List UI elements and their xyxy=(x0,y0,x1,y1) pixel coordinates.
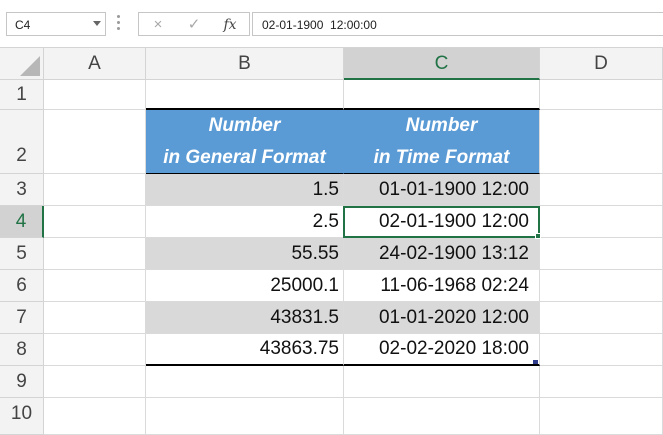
cell-c7[interactable]: 01-01-2020 12:00 xyxy=(344,302,540,334)
select-all-button[interactable] xyxy=(0,48,44,80)
header-line-2: in Time Format xyxy=(373,147,510,168)
header-line-1: Number xyxy=(208,115,281,136)
row-header-3[interactable]: 3 xyxy=(0,174,44,206)
row-header-2[interactable]: 2 xyxy=(0,110,44,174)
cell-a7[interactable] xyxy=(44,302,146,334)
fill-handle[interactable] xyxy=(535,233,541,239)
row-header-9[interactable]: 9 xyxy=(0,366,44,398)
cell-a5[interactable] xyxy=(44,238,146,270)
cell-a8[interactable] xyxy=(44,334,146,366)
column-header-d[interactable]: D xyxy=(540,48,663,80)
cell-b1[interactable] xyxy=(146,80,344,110)
cell-b10[interactable] xyxy=(146,398,344,435)
column-header-c[interactable]: C xyxy=(344,48,540,80)
cell-b3[interactable]: 1.5 xyxy=(146,174,344,206)
cell-a3[interactable] xyxy=(44,174,146,206)
cell-d5[interactable] xyxy=(540,238,663,270)
cell-a6[interactable] xyxy=(44,270,146,302)
row-header-8[interactable]: 8 xyxy=(0,334,44,366)
name-box-value: C4 xyxy=(15,18,31,32)
cell-a2[interactable] xyxy=(44,110,146,174)
cell-c5[interactable]: 24-02-1900 13:12 xyxy=(344,238,540,270)
row-header-5[interactable]: 5 xyxy=(0,238,44,270)
cell-b8[interactable]: 43863.75 xyxy=(146,334,344,366)
cell-d7[interactable] xyxy=(540,302,663,334)
cell-c1[interactable] xyxy=(344,80,540,110)
header-line-2: in General Format xyxy=(163,147,326,168)
enter-icon[interactable]: ✓ xyxy=(181,15,207,35)
cell-d6[interactable] xyxy=(540,270,663,302)
name-box[interactable]: C4 xyxy=(6,12,106,36)
row-header-7[interactable]: 7 xyxy=(0,302,44,334)
cell-d8[interactable] xyxy=(540,334,663,366)
formula-buttons: × ✓ fx xyxy=(138,12,250,36)
row-header-1[interactable]: 1 xyxy=(0,80,44,110)
cancel-icon[interactable]: × xyxy=(145,15,171,35)
cell-b4[interactable]: 2.5 xyxy=(146,206,344,238)
chevron-down-icon[interactable] xyxy=(93,21,101,26)
formula-text: 02-01-1900 12:00:00 xyxy=(262,18,377,32)
cell-d10[interactable] xyxy=(540,398,663,435)
select-all-icon xyxy=(20,56,40,76)
cell-c8[interactable]: 02-02-2020 18:00 xyxy=(344,334,540,366)
insert-function-icon[interactable]: fx xyxy=(217,15,243,35)
cell-d3[interactable] xyxy=(540,174,663,206)
table-header-number-time[interactable]: Number in Time Format xyxy=(344,110,540,174)
formula-input[interactable]: 02-01-1900 12:00:00 xyxy=(252,12,663,36)
cell-d2[interactable] xyxy=(540,110,663,174)
grip-dots-icon[interactable] xyxy=(117,15,121,33)
cell-b9[interactable] xyxy=(146,366,344,398)
cell-b5[interactable]: 55.55 xyxy=(146,238,344,270)
cell-d1[interactable] xyxy=(540,80,663,110)
cell-c9[interactable] xyxy=(344,366,540,398)
table-header-number-general[interactable]: Number in General Format xyxy=(146,110,344,174)
cell-a1[interactable] xyxy=(44,80,146,110)
cell-a9[interactable] xyxy=(44,366,146,398)
cell-a4[interactable] xyxy=(44,206,146,238)
cell-c3[interactable]: 01-01-1900 12:00 xyxy=(344,174,540,206)
row-header-6[interactable]: 6 xyxy=(0,270,44,302)
column-header-b[interactable]: B xyxy=(146,48,344,80)
cell-c6[interactable]: 11-06-1968 02:24 xyxy=(344,270,540,302)
cell-d4[interactable] xyxy=(540,206,663,238)
active-cell-border xyxy=(343,206,540,238)
header-line-1: Number xyxy=(405,115,478,136)
cell-c10[interactable] xyxy=(344,398,540,435)
row-header-4[interactable]: 4 xyxy=(0,206,44,238)
cell-d9[interactable] xyxy=(540,366,663,398)
cell-a10[interactable] xyxy=(44,398,146,435)
row-header-10[interactable]: 10 xyxy=(0,398,44,435)
cell-b6[interactable]: 25000.1 xyxy=(146,270,344,302)
cell-b7[interactable]: 43831.5 xyxy=(146,302,344,334)
table-resize-handle[interactable] xyxy=(533,360,538,364)
column-header-a[interactable]: A xyxy=(44,48,146,80)
